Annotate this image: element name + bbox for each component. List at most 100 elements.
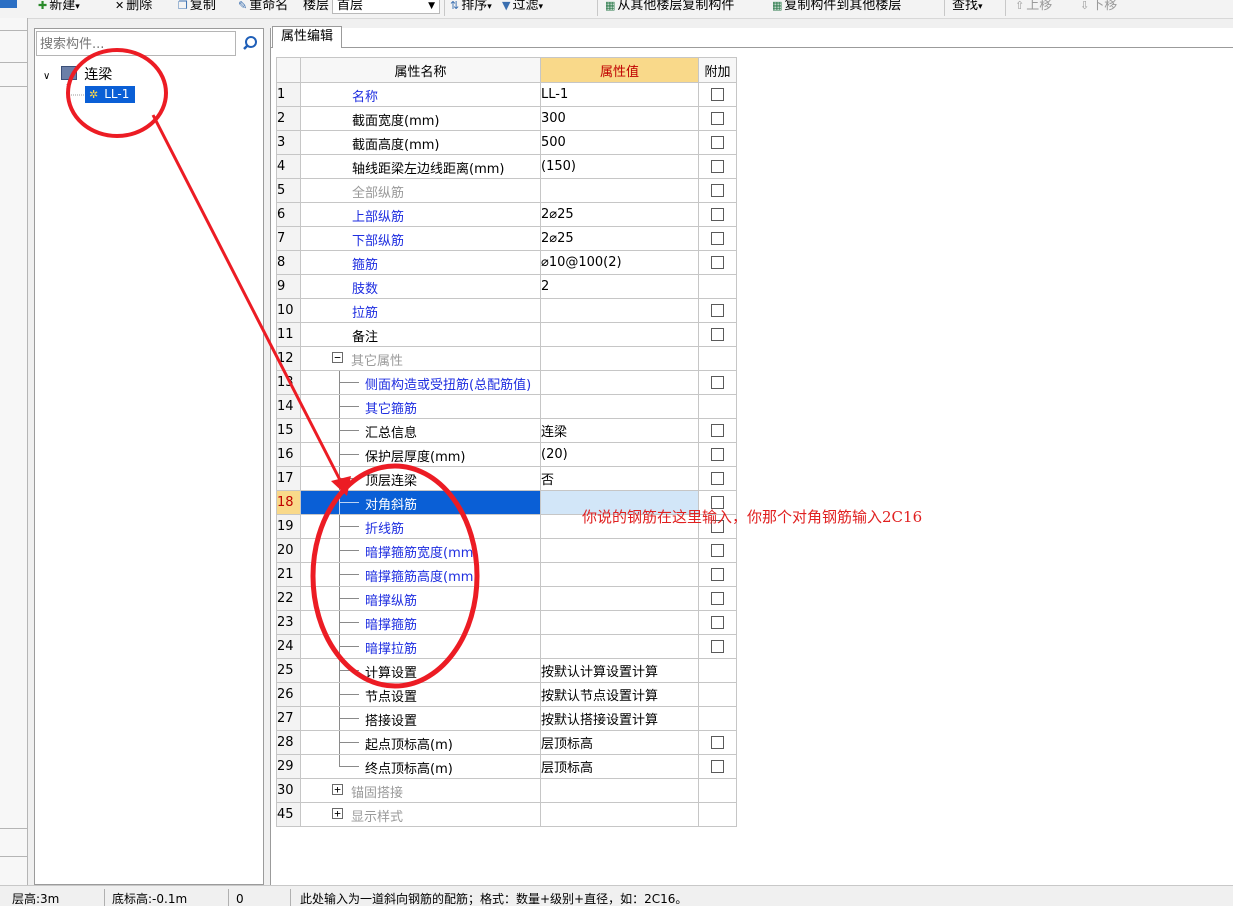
- property-name-cell[interactable]: 侧面构造或受扭筋(总配筋值): [300, 370, 541, 395]
- table-row[interactable]: 17 顶层连梁 否: [276, 466, 737, 491]
- table-row[interactable]: 14 其它箍筋: [276, 394, 737, 419]
- tab-property-edit[interactable]: 属性编辑: [272, 26, 342, 48]
- table-row[interactable]: 1 名称 LL-1: [276, 82, 737, 107]
- property-value-cell[interactable]: [540, 346, 699, 371]
- additional-checkbox[interactable]: [711, 568, 724, 581]
- expand-icon[interactable]: +: [332, 808, 343, 819]
- property-name-cell[interactable]: − 其它属性: [300, 346, 541, 371]
- additional-checkbox[interactable]: [711, 592, 724, 605]
- additional-checkbox[interactable]: [711, 640, 724, 653]
- property-name-cell[interactable]: 上部纵筋: [300, 202, 541, 227]
- table-row[interactable]: 27 搭接设置 按默认搭接设置计算: [276, 706, 737, 731]
- property-value-cell[interactable]: 按默认搭接设置计算: [540, 706, 699, 731]
- tree-node-ll-1[interactable]: ✲ LL-1: [85, 86, 136, 103]
- property-value-cell[interactable]: 500: [540, 130, 699, 155]
- property-value-cell[interactable]: 按默认计算设置计算: [540, 658, 699, 683]
- additional-checkbox[interactable]: [711, 208, 724, 221]
- property-value-cell[interactable]: 2⌀25: [540, 226, 699, 251]
- table-row[interactable]: 3 截面高度(mm) 500: [276, 130, 737, 155]
- additional-checkbox[interactable]: [711, 472, 724, 485]
- property-value-cell[interactable]: [540, 562, 699, 587]
- property-value-cell[interactable]: [540, 610, 699, 635]
- property-value-cell[interactable]: (150): [540, 154, 699, 179]
- property-name-cell[interactable]: 其它箍筋: [300, 394, 541, 419]
- property-value-cell[interactable]: 层顶标高: [540, 754, 699, 779]
- property-value-cell[interactable]: [540, 394, 699, 419]
- table-row[interactable]: 13 侧面构造或受扭筋(总配筋值): [276, 370, 737, 395]
- property-name-cell[interactable]: 对角斜筋: [300, 490, 541, 515]
- property-value-cell[interactable]: [540, 370, 699, 395]
- additional-checkbox[interactable]: [711, 136, 724, 149]
- table-row[interactable]: 7 下部纵筋 2⌀25: [276, 226, 737, 251]
- table-row[interactable]: 26 节点设置 按默认节点设置计算: [276, 682, 737, 707]
- additional-checkbox[interactable]: [711, 232, 724, 245]
- property-value-cell[interactable]: 300: [540, 106, 699, 131]
- table-row[interactable]: 12− 其它属性: [276, 346, 737, 371]
- property-name-cell[interactable]: + 锚固搭接: [300, 778, 541, 803]
- property-name-cell[interactable]: 暗撑拉筋: [300, 634, 541, 659]
- property-name-cell[interactable]: 全部纵筋: [300, 178, 541, 203]
- move-up-button[interactable]: ⇧ 上移: [1015, 0, 1052, 15]
- copy-button[interactable]: ❐ 复制: [178, 0, 216, 15]
- table-row[interactable]: 28 起点顶标高(m) 层顶标高: [276, 730, 737, 755]
- property-name-cell[interactable]: 下部纵筋: [300, 226, 541, 251]
- table-row[interactable]: 29 终点顶标高(m) 层顶标高: [276, 754, 737, 779]
- property-value-cell[interactable]: [540, 178, 699, 203]
- property-name-cell[interactable]: 计算设置: [300, 658, 541, 683]
- table-row[interactable]: 11 备注: [276, 322, 737, 347]
- expand-icon[interactable]: +: [332, 784, 343, 795]
- table-row[interactable]: 23 暗撑箍筋: [276, 610, 737, 635]
- property-value-cell[interactable]: 否: [540, 466, 699, 491]
- additional-checkbox[interactable]: [711, 304, 724, 317]
- table-row[interactable]: 2 截面宽度(mm) 300: [276, 106, 737, 131]
- rename-button[interactable]: ✎ 重命名: [238, 0, 288, 15]
- new-button[interactable]: ✚ 新建▾: [38, 0, 80, 15]
- additional-checkbox[interactable]: [711, 424, 724, 437]
- property-value-cell[interactable]: 按默认节点设置计算: [540, 682, 699, 707]
- additional-checkbox[interactable]: [711, 544, 724, 557]
- table-row[interactable]: 10 拉筋: [276, 298, 737, 323]
- additional-checkbox[interactable]: [711, 88, 724, 101]
- property-name-cell[interactable]: 截面宽度(mm): [300, 106, 541, 131]
- property-value-cell[interactable]: [540, 634, 699, 659]
- property-name-cell[interactable]: 节点设置: [300, 682, 541, 707]
- additional-checkbox[interactable]: [711, 736, 724, 749]
- table-row[interactable]: 5 全部纵筋: [276, 178, 737, 203]
- property-name-cell[interactable]: 暗撑箍筋: [300, 610, 541, 635]
- property-name-cell[interactable]: 轴线距梁左边线距离(mm): [300, 154, 541, 179]
- property-name-cell[interactable]: + 显示样式: [300, 802, 541, 827]
- property-value-cell[interactable]: [540, 298, 699, 323]
- collapse-icon[interactable]: −: [332, 352, 343, 363]
- table-row[interactable]: 21 暗撑箍筋高度(mm): [276, 562, 737, 587]
- property-name-cell[interactable]: 拉筋: [300, 298, 541, 323]
- additional-checkbox[interactable]: [711, 256, 724, 269]
- property-name-cell[interactable]: 暗撑箍筋高度(mm): [300, 562, 541, 587]
- additional-checkbox[interactable]: [711, 376, 724, 389]
- table-row[interactable]: 15 汇总信息 连梁: [276, 418, 737, 443]
- property-value-cell[interactable]: 2⌀25: [540, 202, 699, 227]
- table-row[interactable]: 6 上部纵筋 2⌀25: [276, 202, 737, 227]
- table-row[interactable]: 16 保护层厚度(mm) (20): [276, 442, 737, 467]
- table-row[interactable]: 25 计算设置 按默认计算设置计算: [276, 658, 737, 683]
- property-value-cell[interactable]: 连梁: [540, 418, 699, 443]
- property-name-cell[interactable]: 名称: [300, 82, 541, 107]
- sort-button[interactable]: ⇅ 排序▾: [450, 0, 492, 15]
- property-value-cell[interactable]: ⌀10@100(2): [540, 250, 699, 275]
- table-row[interactable]: 9 肢数 2: [276, 274, 737, 299]
- floor-select[interactable]: 首层 ▼: [332, 0, 440, 14]
- filter-button[interactable]: ▼ 过滤▾: [502, 0, 543, 15]
- property-name-cell[interactable]: 备注: [300, 322, 541, 347]
- table-row[interactable]: 22 暗撑纵筋: [276, 586, 737, 611]
- table-row[interactable]: 20 暗撑箍筋宽度(mm): [276, 538, 737, 563]
- table-row[interactable]: 4 轴线距梁左边线距离(mm) (150): [276, 154, 737, 179]
- move-down-button[interactable]: ⇩ 下移: [1080, 0, 1117, 15]
- table-row[interactable]: 45 + 显示样式: [276, 802, 737, 827]
- table-row[interactable]: 30 + 锚固搭接: [276, 778, 737, 803]
- property-name-cell[interactable]: 暗撑箍筋宽度(mm): [300, 538, 541, 563]
- additional-checkbox[interactable]: [711, 112, 724, 125]
- property-name-cell[interactable]: 箍筋: [300, 250, 541, 275]
- property-name-cell[interactable]: 保护层厚度(mm): [300, 442, 541, 467]
- additional-checkbox[interactable]: [711, 328, 724, 341]
- property-value-cell[interactable]: (20): [540, 442, 699, 467]
- property-value-cell[interactable]: 2: [540, 274, 699, 299]
